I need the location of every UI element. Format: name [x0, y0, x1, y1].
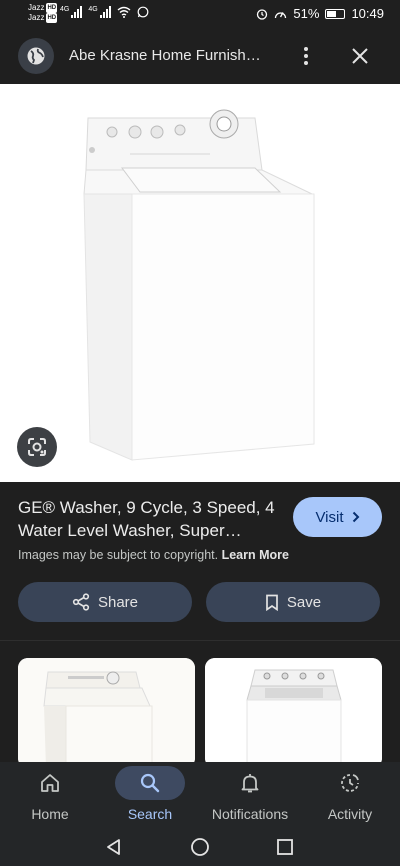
- home-circle-icon[interactable]: [190, 837, 210, 857]
- wifi-icon: [117, 6, 131, 18]
- lens-icon: [28, 438, 46, 456]
- back-icon[interactable]: [105, 838, 123, 856]
- nav-search[interactable]: Search: [100, 762, 200, 830]
- alarm-icon: [257, 8, 268, 20]
- visit-button[interactable]: Visit: [293, 497, 382, 537]
- whatsapp-icon: [137, 6, 149, 18]
- activity-icon: [341, 774, 359, 792]
- bookmark-icon: [266, 594, 278, 611]
- nav-activity-label: Activity: [327, 806, 373, 822]
- related-image-1[interactable]: [18, 658, 195, 768]
- bell-icon: [241, 774, 259, 793]
- save-label: Save: [286, 593, 322, 611]
- copyright-text: Images may be subject to copyright.: [18, 548, 219, 562]
- nav-notifications-label: Notifications: [211, 806, 289, 822]
- status-bar: Jazz HD Jazz HD 4G 4G 51% 10:49: [0, 0, 400, 28]
- carrier-2: Jazz: [28, 13, 45, 22]
- nav-home[interactable]: Home: [0, 762, 100, 830]
- nav-home-label: Home: [31, 806, 69, 822]
- share-label: Share: [97, 593, 139, 611]
- visit-label: Visit: [315, 508, 344, 526]
- chevron-right-icon: [352, 511, 359, 523]
- washer-thumbnail: [18, 658, 195, 768]
- hd-badge: HD: [46, 3, 58, 13]
- carrier-1: Jazz: [28, 3, 45, 12]
- more-options-button[interactable]: [296, 42, 316, 70]
- carrier-info: Jazz HD Jazz HD: [28, 3, 58, 23]
- product-image[interactable]: [0, 84, 400, 482]
- page-title[interactable]: Abe Krasne Home Furnish…: [69, 47, 284, 64]
- hd-badge: HD: [46, 13, 58, 23]
- home-icon: [41, 774, 59, 792]
- copyright-notice: Images may be subject to copyright. Lear…: [18, 548, 289, 562]
- recents-icon[interactable]: [276, 838, 294, 856]
- battery-icon: [325, 8, 346, 19]
- search-icon: [140, 773, 160, 793]
- site-favicon-button[interactable]: [18, 38, 54, 74]
- learn-more-link[interactable]: Learn More: [222, 548, 289, 562]
- signal-icon: 4G: [60, 6, 83, 18]
- close-icon: [352, 48, 368, 64]
- close-button[interactable]: [346, 42, 374, 70]
- signal-indicators: 4G 4G: [60, 6, 149, 18]
- nav-activity[interactable]: Activity: [300, 762, 400, 830]
- related-image-2[interactable]: [205, 658, 382, 768]
- share-icon: [72, 593, 90, 611]
- signal-icon: 4G: [88, 6, 111, 18]
- share-button[interactable]: Share: [18, 582, 192, 622]
- globe-icon: [27, 47, 45, 65]
- nav-search-label: Search: [127, 806, 173, 822]
- google-lens-button[interactable]: [17, 427, 57, 467]
- speedometer-icon: [275, 11, 287, 18]
- result-title[interactable]: GE® Washer, 9 Cycle, 3 Speed, 4 Water Le…: [18, 496, 283, 542]
- bottom-navigation: Home Search Notifications Activity: [0, 762, 400, 830]
- save-button[interactable]: Save: [206, 582, 380, 622]
- clock: 10:49: [351, 6, 384, 21]
- washer-thumbnail: [205, 658, 382, 768]
- battery-percent: 51%: [293, 6, 320, 21]
- nav-notifications[interactable]: Notifications: [200, 762, 300, 830]
- status-right: 51% 10:49: [256, 6, 384, 21]
- washer-image: [83, 109, 315, 461]
- system-navigation: [0, 830, 400, 866]
- header: Abe Krasne Home Furnish…: [0, 28, 400, 84]
- divider: [0, 640, 400, 641]
